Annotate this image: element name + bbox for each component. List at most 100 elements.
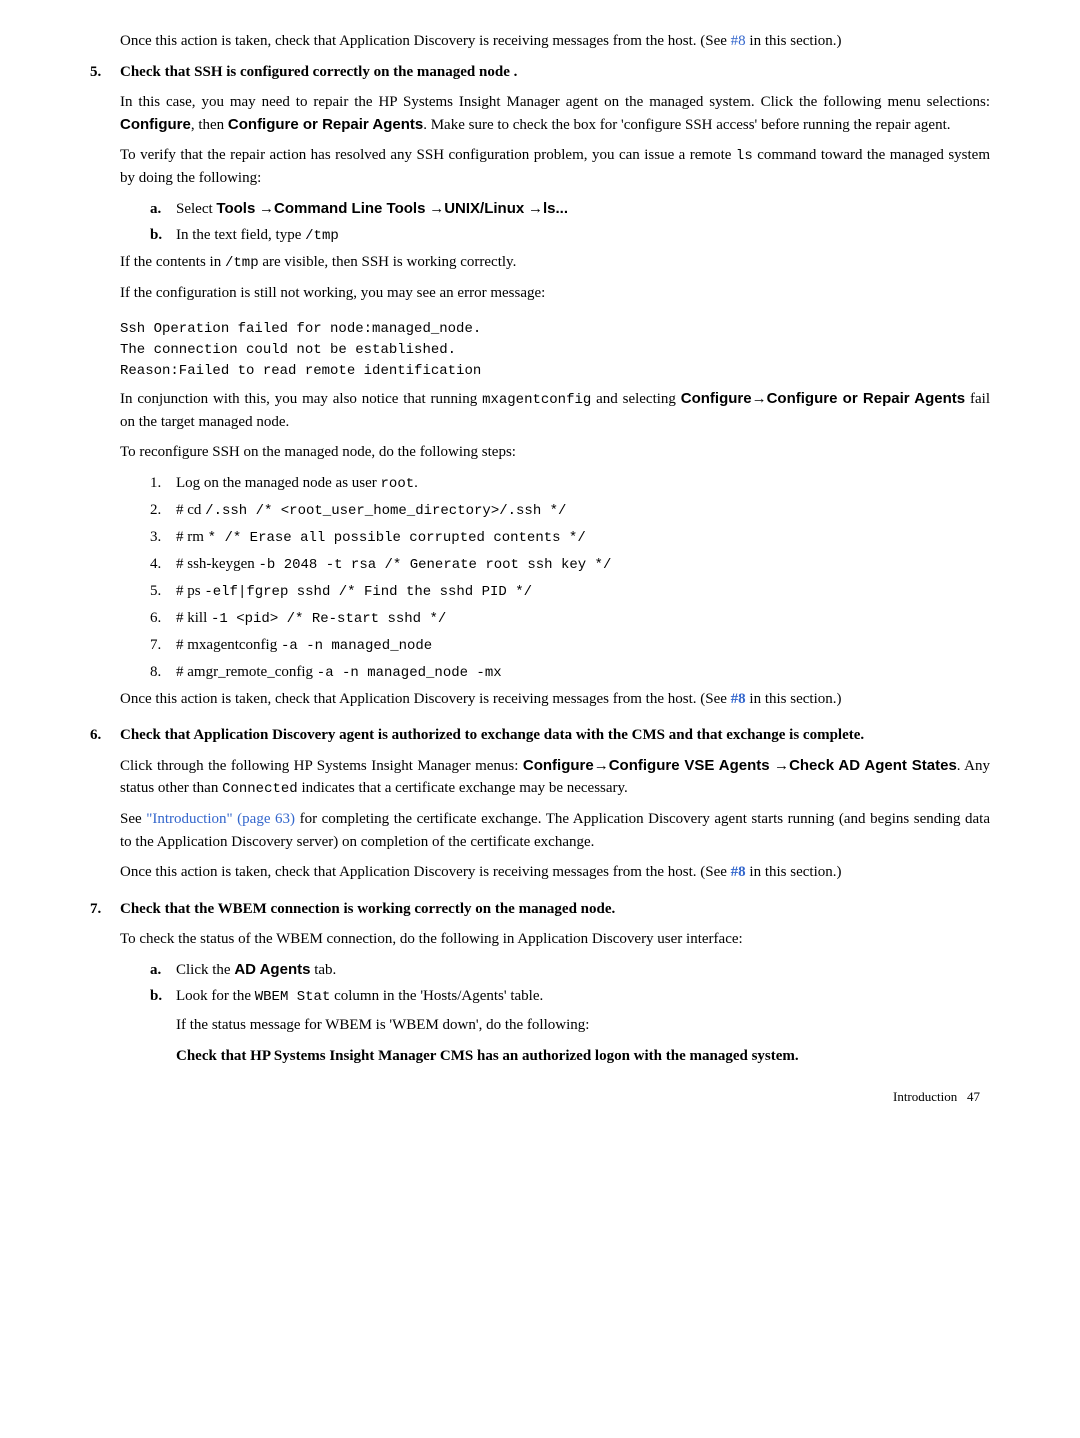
arrow: → — [770, 758, 789, 774]
substep-a: a.Select Tools →Command Line Tools →UNIX… — [150, 198, 990, 221]
item-7: 7. Check that the WBEM connection is wor… — [90, 898, 990, 1068]
menu-vse-agents: Configure VSE Agents — [609, 757, 770, 774]
text: If the configuration is still not workin… — [120, 282, 990, 305]
text: # rm — [176, 529, 208, 545]
menu-unix: UNIX/Linux — [444, 200, 524, 217]
menu-configure-repair: Configure or Repair Agents — [767, 390, 966, 407]
text: # mxagentconfig — [176, 637, 281, 653]
step-num: 6. — [150, 607, 176, 630]
top-paragraph: Once this action is taken, check that Ap… — [120, 30, 990, 53]
text: tab. — [310, 962, 336, 978]
code-inline: /.ssh /* <root_user_home_directory>/.ssh… — [205, 503, 566, 519]
substep-a: a.Click the AD Agents tab. — [150, 959, 990, 982]
text: In this case, you may need to repair the… — [120, 94, 990, 110]
text: in this section.) — [746, 864, 842, 880]
text: # ps — [176, 583, 204, 599]
text: Click through the following HP Systems I… — [120, 758, 523, 774]
substep-letter: b. — [150, 985, 176, 1008]
step-num: 7. — [150, 634, 176, 657]
text: See — [120, 811, 146, 827]
link-ref-8[interactable]: #8 — [731, 691, 746, 707]
text: are visible, then SSH is working correct… — [259, 254, 517, 270]
text: indicates that a certificate exchange ma… — [298, 780, 628, 796]
item-number: 5. — [90, 61, 120, 84]
numbered-steps: 1.Log on the managed node as user root. … — [150, 472, 990, 684]
menu-configure: Configure — [120, 116, 191, 133]
text: Look for the — [176, 988, 255, 1004]
text: # kill — [176, 610, 211, 626]
arrow: → — [524, 201, 543, 217]
text: column in the 'Hosts/Agents' table. — [330, 988, 543, 1004]
item-title: Check that Application Discovery agent i… — [120, 724, 990, 747]
code-inline: root — [381, 476, 415, 492]
code-inline: WBEM Stat — [255, 989, 331, 1005]
text: and selecting — [591, 391, 680, 407]
step-num: 5. — [150, 580, 176, 603]
page-number: 47 — [967, 1089, 980, 1104]
text: Click the — [176, 962, 234, 978]
step-num: 3. — [150, 526, 176, 549]
tab-ad-agents: AD Agents — [234, 961, 310, 978]
link-ref-8[interactable]: #8 — [731, 864, 746, 880]
substep-letter: a. — [150, 198, 176, 221]
arrow: → — [425, 201, 444, 217]
step-1: 1.Log on the managed node as user root. — [150, 472, 990, 495]
menu-configure: Configure — [523, 757, 594, 774]
menu-check-ad: Check AD Agent States — [789, 757, 957, 774]
text: . Make sure to check the box for 'config… — [423, 117, 950, 133]
step-8: 8.# amgr_remote_config -a -n managed_nod… — [150, 661, 990, 684]
code-inline: -1 <pid> /* Re-start sshd */ — [211, 611, 446, 627]
link-ref-8[interactable]: #8 — [731, 33, 746, 49]
code-inline: -b 2048 -t rsa /* Generate root ssh key … — [259, 557, 612, 573]
code-inline: * /* Erase all possible corrupted conten… — [208, 530, 586, 546]
substep-b: b.In the text field, type /tmp — [150, 224, 990, 247]
code-inline: ls — [736, 148, 753, 164]
link-introduction[interactable]: "Introduction" (page 63) — [146, 811, 295, 827]
text: To check the status of the WBEM connecti… — [120, 928, 990, 951]
footer-label: Introduction — [893, 1089, 957, 1104]
text: If the contents in — [120, 254, 225, 270]
arrow: → — [594, 758, 609, 774]
substep-letter: b. — [150, 224, 176, 247]
arrow: → — [752, 391, 767, 407]
code-inline: -a -n managed_node — [281, 638, 432, 654]
item-number: 6. — [90, 724, 120, 747]
text: # amgr_remote_config — [176, 664, 317, 680]
code-block: Ssh Operation failed for node:managed_no… — [120, 319, 990, 382]
code-inline: mxagentconfig — [482, 392, 591, 408]
text: . — [414, 475, 418, 491]
step-4: 4.# ssh-keygen -b 2048 -t rsa /* Generat… — [150, 553, 990, 576]
code-inline: -elf|fgrep sshd /* Find the sshd PID */ — [204, 584, 532, 600]
menu-cli-tools: Command Line Tools — [274, 200, 425, 217]
code-inline: /tmp — [225, 255, 259, 271]
code-inline: Connected — [222, 781, 298, 797]
text: # ssh-keygen — [176, 556, 259, 572]
text: # cd — [176, 502, 205, 518]
text: In the text field, type — [176, 227, 305, 243]
menu-configure-repair: Configure or Repair Agents — [228, 116, 423, 133]
text: If the status message for WBEM is 'WBEM … — [176, 1014, 990, 1037]
step-5: 5.# ps -elf|fgrep sshd /* Find the sshd … — [150, 580, 990, 603]
text: To verify that the repair action has res… — [120, 147, 736, 163]
text: Once this action is taken, check that Ap… — [120, 691, 731, 707]
substep-b: b.Look for the WBEM Stat column in the '… — [150, 985, 990, 1067]
menu-tools: Tools — [216, 200, 255, 217]
item-6: 6. Check that Application Discovery agen… — [90, 724, 990, 884]
text: Select — [176, 201, 216, 217]
item-title: Check that the WBEM connection is workin… — [120, 898, 990, 921]
step-6: 6.# kill -1 <pid> /* Re-start sshd */ — [150, 607, 990, 630]
text: Once this action is taken, check that Ap… — [120, 33, 731, 49]
text: Once this action is taken, check that Ap… — [120, 864, 731, 880]
text: In conjunction with this, you may also n… — [120, 391, 482, 407]
substep-letter: a. — [150, 959, 176, 982]
code-inline: -a -n managed_node -mx — [317, 665, 502, 681]
step-num: 2. — [150, 499, 176, 522]
page-footer: Introduction 47 — [90, 1087, 990, 1107]
code-inline: /tmp — [305, 228, 339, 244]
step-num: 4. — [150, 553, 176, 576]
item-title: Check that SSH is configured correctly o… — [120, 61, 990, 84]
menu-ls: ls... — [543, 200, 568, 217]
text-bold: Check that HP Systems Insight Manager CM… — [176, 1045, 990, 1068]
text: To reconfigure SSH on the managed node, … — [120, 441, 990, 464]
step-num: 8. — [150, 661, 176, 684]
